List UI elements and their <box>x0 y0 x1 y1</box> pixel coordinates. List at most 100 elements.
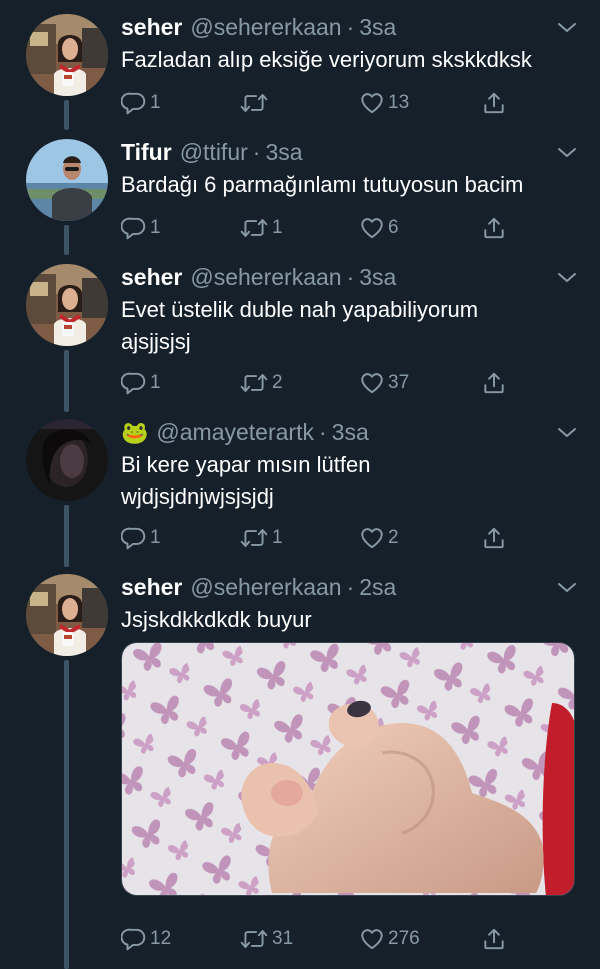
tweet-header: seher @sehererkaan · 3sa <box>121 264 396 294</box>
share-button[interactable] <box>481 523 507 553</box>
retweet-button[interactable] <box>239 88 272 118</box>
avatar[interactable] <box>26 419 108 501</box>
tweet-actions: 1 13 <box>121 88 511 118</box>
avatar[interactable] <box>26 574 108 656</box>
hands-photo <box>122 643 574 895</box>
share-icon <box>481 525 507 551</box>
thread-line <box>64 660 69 969</box>
user-handle[interactable]: @sehererkaan <box>190 14 341 41</box>
share-button[interactable] <box>481 368 507 398</box>
share-button[interactable] <box>481 213 507 243</box>
frog-emoji-display-name[interactable]: 🐸 <box>121 420 148 446</box>
avatar[interactable] <box>26 264 108 346</box>
retweet-count: 1 <box>272 527 283 548</box>
like-button[interactable]: 37 <box>359 368 409 398</box>
user-handle[interactable]: @ttifur <box>180 139 248 166</box>
tweet-header: seher @sehererkaan · 3sa <box>121 14 396 44</box>
display-name[interactable]: seher <box>121 264 182 291</box>
reply-count: 1 <box>150 217 161 238</box>
display-name[interactable]: Tifur <box>121 139 172 166</box>
thread-line <box>64 350 69 412</box>
heart-icon <box>359 90 385 116</box>
reply-button[interactable]: 1 <box>121 88 161 118</box>
display-name[interactable]: seher <box>121 574 182 601</box>
like-count: 6 <box>388 217 399 238</box>
retweet-icon <box>239 215 269 241</box>
reply-icon <box>121 370 147 396</box>
heart-icon <box>359 525 385 551</box>
display-name[interactable]: seher <box>121 14 182 41</box>
separator-dot: · <box>346 574 355 600</box>
tweet-actions: 1 2 37 <box>121 368 511 398</box>
tweet-header: Tifur @ttifur · 3sa <box>121 139 303 169</box>
retweet-button[interactable]: 31 <box>239 924 293 954</box>
share-icon <box>481 215 507 241</box>
like-count: 2 <box>388 527 399 548</box>
chevron-down-icon[interactable] <box>556 270 578 284</box>
like-button[interactable]: 2 <box>359 523 399 553</box>
reply-icon <box>121 926 147 952</box>
tweet-header: seher @sehererkaan · 2sa <box>121 574 396 604</box>
reply-button[interactable]: 1 <box>121 213 161 243</box>
retweet-button[interactable]: 1 <box>239 523 283 553</box>
chevron-down-icon[interactable] <box>556 580 578 594</box>
heart-icon <box>359 926 385 952</box>
like-count: 276 <box>388 928 420 949</box>
separator-dot: · <box>318 419 327 445</box>
thread-line <box>64 100 69 130</box>
avatar[interactable] <box>26 14 108 96</box>
user-handle[interactable]: @sehererkaan <box>190 264 341 291</box>
reply-button[interactable]: 12 <box>121 924 171 954</box>
tweet-text: Fazladan alıp eksiğe veriyorum skskkdksk <box>121 47 532 72</box>
retweet-icon <box>239 525 269 551</box>
reply-count: 1 <box>150 92 161 113</box>
share-button[interactable] <box>481 924 507 954</box>
heart-icon <box>359 370 385 396</box>
reply-button[interactable]: 1 <box>121 523 161 553</box>
retweet-button[interactable]: 2 <box>239 368 283 398</box>
reply-button[interactable]: 1 <box>121 368 161 398</box>
thread-line <box>64 505 69 567</box>
separator-dot: · <box>252 139 261 165</box>
timestamp[interactable]: 3sa <box>359 14 396 41</box>
reply-icon <box>121 90 147 116</box>
timestamp[interactable]: 3sa <box>332 419 369 446</box>
like-button[interactable]: 13 <box>359 88 409 118</box>
like-button[interactable]: 276 <box>359 924 420 954</box>
retweet-count: 1 <box>272 217 283 238</box>
retweet-count: 2 <box>272 372 283 393</box>
like-button[interactable]: 6 <box>359 213 399 243</box>
retweet-icon <box>239 926 269 952</box>
chevron-down-icon[interactable] <box>556 425 578 439</box>
timestamp[interactable]: 3sa <box>265 139 302 166</box>
user-handle[interactable]: @sehererkaan <box>190 574 341 601</box>
tweet-text: Bardağı 6 parmağınlamı tutuyosun bacim <box>121 172 524 197</box>
tweet-header: 🐸 @amayeterartk · 3sa <box>121 419 369 449</box>
like-count: 37 <box>388 372 410 393</box>
tweet-photo[interactable] <box>121 642 575 896</box>
timestamp[interactable]: 3sa <box>359 264 396 291</box>
tweet-actions: 1 1 2 <box>121 523 511 553</box>
tweet-text: Evet üstelik duble nah yapabiliyorum ajs… <box>121 297 479 354</box>
reply-count: 12 <box>150 928 172 949</box>
tweet-text: Bi kere yapar mısın lütfen wjdjsjdnjwjsj… <box>121 452 371 509</box>
share-icon <box>481 90 507 116</box>
retweet-icon <box>239 90 269 116</box>
thread-line <box>64 225 69 255</box>
tweet-text: Jsjskdkkdkdk buyur <box>121 607 312 632</box>
reply-count: 1 <box>150 372 161 393</box>
share-icon <box>481 926 507 952</box>
share-button[interactable] <box>481 88 507 118</box>
retweet-button[interactable]: 1 <box>239 213 283 243</box>
avatar[interactable] <box>26 139 108 221</box>
retweet-count: 31 <box>272 928 294 949</box>
retweet-icon <box>239 370 269 396</box>
share-icon <box>481 370 507 396</box>
tweet-actions: 1 1 6 <box>121 213 511 243</box>
chevron-down-icon[interactable] <box>556 20 578 34</box>
chevron-down-icon[interactable] <box>556 145 578 159</box>
tweet-actions: 12 31 276 <box>121 924 511 954</box>
user-handle[interactable]: @amayeterartk <box>156 419 314 446</box>
timestamp[interactable]: 2sa <box>359 574 396 601</box>
separator-dot: · <box>346 14 355 40</box>
